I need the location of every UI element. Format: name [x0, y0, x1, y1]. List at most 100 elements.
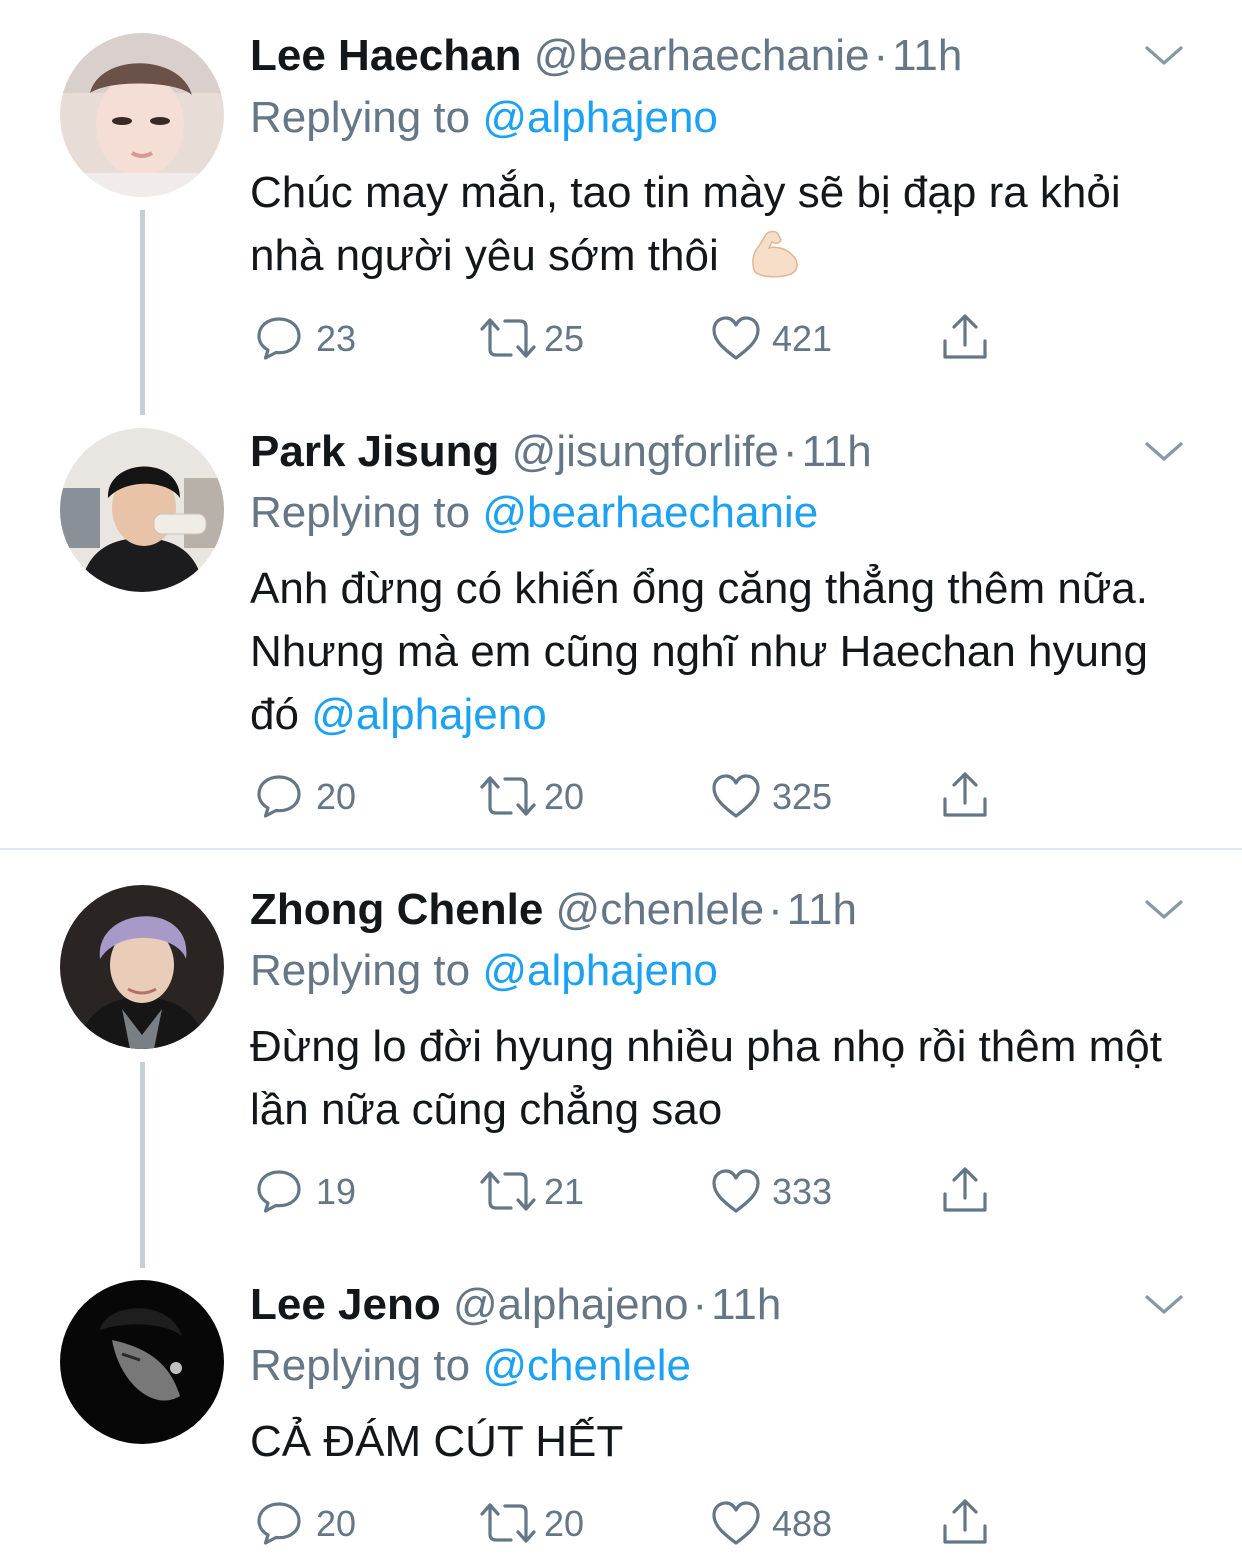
tweet-actions: 23 25 421	[250, 313, 1010, 363]
replying-to-link[interactable]: @alphajeno	[482, 946, 718, 995]
replying-to: Replying to @chenlele	[250, 1338, 691, 1394]
like-icon	[710, 771, 762, 821]
like-icon	[710, 1166, 762, 1216]
replying-to-link[interactable]: @alphajeno	[482, 93, 718, 142]
display-name[interactable]: Park Jisung	[250, 427, 499, 476]
like-button[interactable]: 488	[710, 1498, 850, 1548]
retweet-count: 20	[544, 1503, 585, 1544]
like-icon	[710, 313, 762, 363]
retweet-button[interactable]: 20	[478, 1498, 598, 1548]
tweet-text-content: CẢ ĐÁM CÚT HẾT	[250, 1417, 624, 1466]
reply-icon	[254, 313, 304, 363]
replying-to-link[interactable]: @chenlele	[482, 1341, 691, 1390]
retweet-button[interactable]: 20	[478, 771, 598, 821]
timestamp[interactable]: 11h	[802, 427, 872, 476]
separator: ·	[782, 427, 798, 476]
username[interactable]: @alphajeno	[453, 1280, 689, 1329]
tweet-text-content: Đừng lo đời hyung nhiều pha nhọ rồi thêm…	[250, 1022, 1162, 1134]
reply-count: 23	[316, 318, 357, 359]
display-name[interactable]: Lee Jeno	[250, 1280, 441, 1329]
separator: ·	[768, 885, 783, 934]
reply-button[interactable]: 20	[254, 771, 374, 821]
retweet-count: 20	[544, 776, 585, 817]
tweet-text-content: Chúc may mắn, tao tin mày sẽ bị đạp ra k…	[250, 168, 1121, 280]
replying-to-link[interactable]: @bearhaechanie	[482, 488, 818, 537]
share-button[interactable]	[940, 313, 990, 363]
like-button[interactable]: 333	[710, 1166, 850, 1216]
avatar[interactable]	[60, 1280, 224, 1444]
timestamp[interactable]: 11h	[711, 1280, 781, 1329]
retweet-icon	[478, 771, 538, 821]
retweet-icon	[478, 1166, 538, 1216]
like-count: 488	[772, 1503, 833, 1544]
chevron-down-icon[interactable]	[1144, 40, 1184, 70]
replying-to-label: Replying to	[250, 1341, 471, 1390]
thread-connector	[140, 210, 145, 415]
timestamp[interactable]: 11h	[892, 31, 962, 80]
divider	[0, 848, 1242, 850]
reply-count: 20	[316, 1503, 357, 1544]
reply-count: 19	[316, 1171, 357, 1212]
retweet-button[interactable]: 25	[478, 313, 598, 363]
reply-button[interactable]: 20	[254, 1498, 374, 1548]
like-button[interactable]: 421	[710, 313, 850, 363]
separator: ·	[873, 31, 889, 80]
share-button[interactable]	[940, 1166, 990, 1216]
tweet-header: Park Jisung @jisungforlife·11h	[250, 424, 872, 480]
tweet-actions: 20 20 325	[250, 771, 1010, 821]
retweet-button[interactable]: 21	[478, 1166, 598, 1216]
replying-to-label: Replying to	[250, 488, 471, 537]
tweet-text: Đừng lo đời hyung nhiều pha nhọ rồi thêm…	[250, 1015, 1190, 1141]
username[interactable]: @jisungforlife	[512, 427, 779, 476]
reply-icon	[254, 1498, 304, 1548]
avatar[interactable]	[60, 885, 224, 1049]
username[interactable]: @bearhaechanie	[534, 31, 870, 80]
mention-link[interactable]: @alphajeno	[311, 690, 547, 739]
avatar[interactable]	[60, 428, 224, 592]
separator: ·	[692, 1280, 708, 1329]
replying-to-label: Replying to	[250, 946, 471, 995]
share-icon	[940, 313, 990, 363]
tweet-text: Anh đừng có khiến ổng căng thẳng thêm nữ…	[250, 557, 1150, 746]
like-count: 421	[772, 318, 833, 359]
chevron-down-icon[interactable]	[1144, 436, 1184, 466]
tweet-text: CẢ ĐÁM CÚT HẾT	[250, 1410, 1180, 1473]
avatar[interactable]	[60, 33, 224, 197]
share-button[interactable]	[940, 771, 990, 821]
retweet-count: 25	[544, 318, 585, 359]
tweet-actions: 19 21 333	[250, 1166, 1010, 1216]
tweet-header: Lee Jeno @alphajeno·11h	[250, 1277, 781, 1333]
retweet-icon	[478, 1498, 538, 1548]
replying-to: Replying to @alphajeno	[250, 90, 718, 146]
tweet-text: Chúc may mắn, tao tin mày sẽ bị đạp ra k…	[250, 161, 1180, 287]
reply-button[interactable]: 19	[254, 1166, 374, 1216]
replying-to: Replying to @alphajeno	[250, 943, 718, 999]
share-icon	[940, 1498, 990, 1548]
retweet-count: 21	[544, 1171, 585, 1212]
like-icon	[710, 1498, 762, 1548]
reply-button[interactable]: 23	[254, 313, 374, 363]
reply-count: 20	[316, 776, 357, 817]
display-name[interactable]: Zhong Chenle	[250, 885, 543, 934]
username[interactable]: @chenlele	[556, 885, 765, 934]
chevron-down-icon[interactable]	[1144, 894, 1184, 924]
like-count: 325	[772, 776, 833, 817]
flexed-biceps-emoji	[745, 226, 803, 278]
share-icon	[940, 771, 990, 821]
like-button[interactable]: 325	[710, 771, 850, 821]
thread-connector	[140, 1062, 145, 1268]
tweet-header: Zhong Chenle @chenlele·11h	[250, 882, 857, 938]
replying-to: Replying to @bearhaechanie	[250, 485, 818, 541]
display-name[interactable]: Lee Haechan	[250, 31, 521, 80]
tweet-actions: 20 20 488	[250, 1498, 1010, 1548]
like-count: 333	[772, 1171, 833, 1212]
chevron-down-icon[interactable]	[1144, 1289, 1184, 1319]
retweet-icon	[478, 313, 538, 363]
reply-icon	[254, 771, 304, 821]
tweet-header: Lee Haechan @bearhaechanie·11h	[250, 28, 962, 84]
share-icon	[940, 1166, 990, 1216]
replying-to-label: Replying to	[250, 93, 471, 142]
timestamp[interactable]: 11h	[787, 885, 857, 934]
share-button[interactable]	[940, 1498, 990, 1548]
reply-icon	[254, 1166, 304, 1216]
